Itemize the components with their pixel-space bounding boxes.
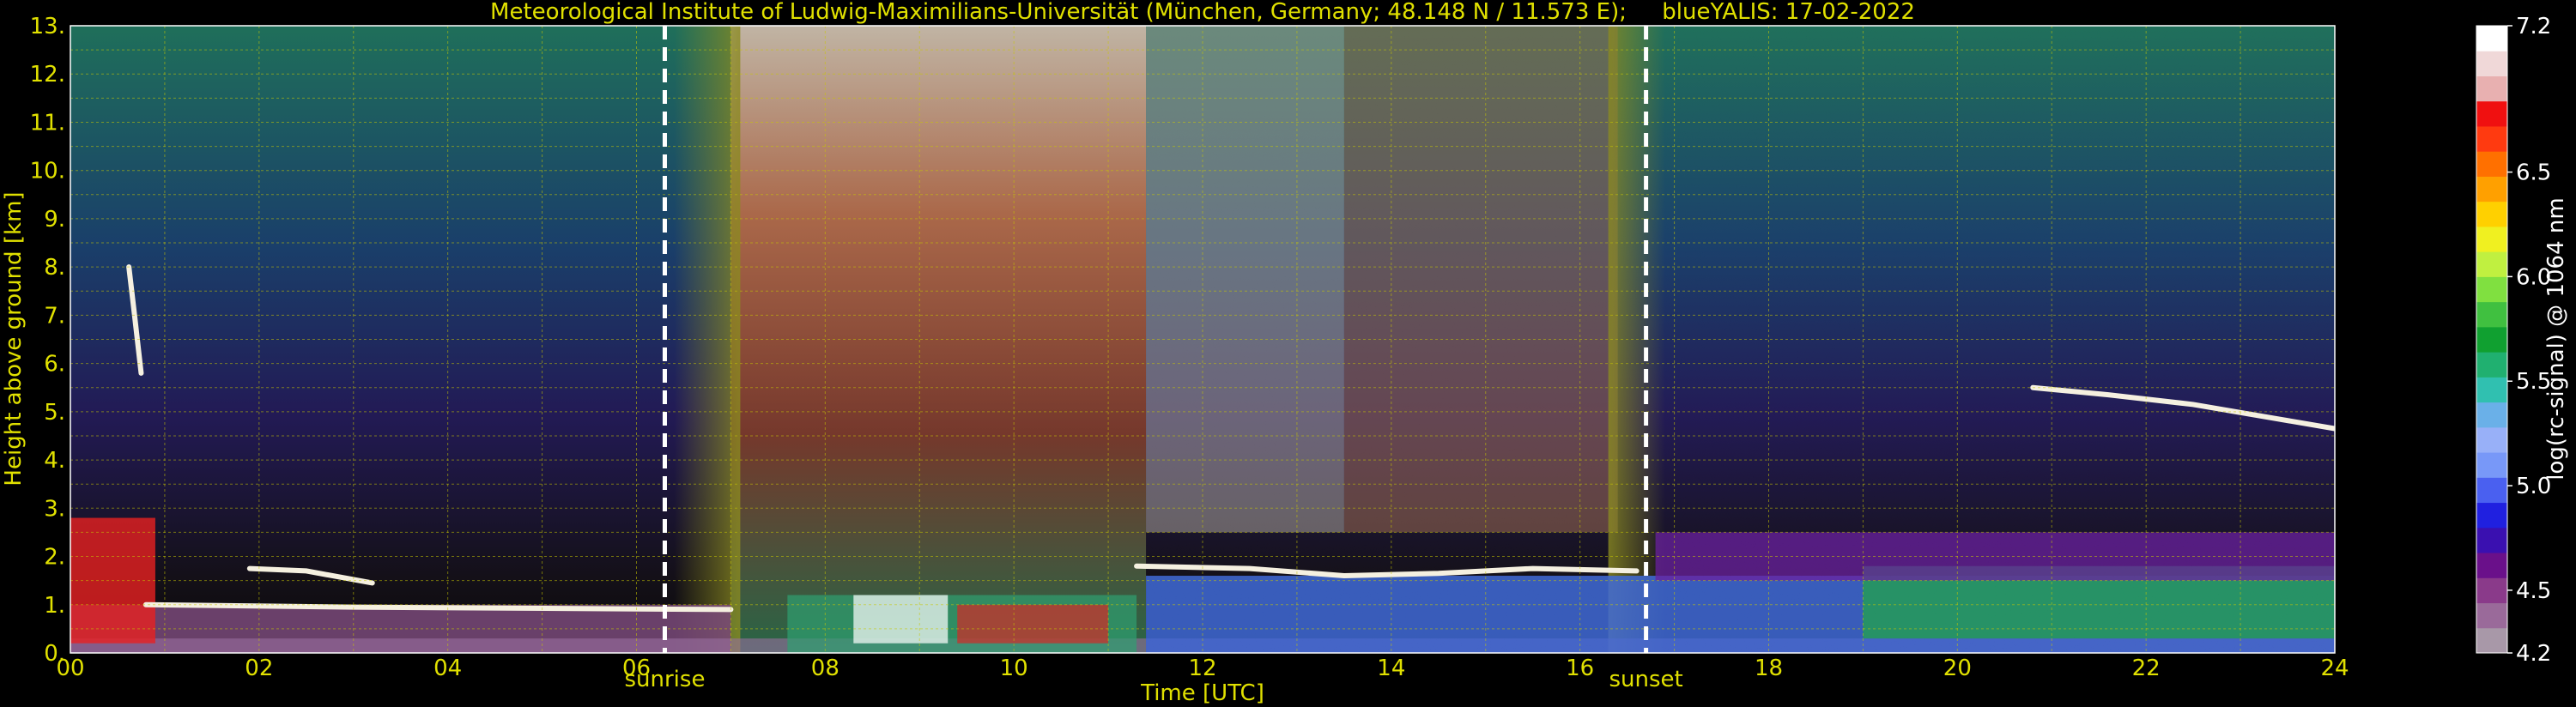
y-tick-label: 5.	[44, 400, 65, 426]
x-tick-label: 14	[1377, 656, 1405, 681]
colorbar-segment	[2476, 452, 2507, 478]
colorbar-segment	[2476, 402, 2507, 428]
y-tick-label: 4.	[44, 448, 65, 474]
x-tick-label: 18	[1755, 656, 1783, 681]
x-tick-label: 04	[433, 656, 462, 681]
colorbar-segment	[2476, 326, 2507, 353]
y-tick-label: 12.	[30, 62, 65, 88]
x-tick-label: 10	[1000, 656, 1028, 681]
y-tick-label: 7.	[44, 303, 65, 329]
y-tick-label: 11.	[30, 110, 65, 136]
strong-signal-morning	[853, 595, 949, 644]
colorbar-segment	[2476, 76, 2507, 102]
x-tick-label: 08	[811, 656, 839, 681]
colorbar-segment	[2476, 51, 2507, 76]
lidar-quicklook-chart: sunrise sunset 00 02 04 06 08 10 12 14 16 18 20 22 24…	[1, 0, 2569, 706]
colorbar-segment	[2476, 176, 2507, 202]
x-tick-label: 20	[1943, 656, 1972, 681]
colorbar-tick-label: 6.5	[2516, 160, 2551, 186]
colorbar-segment	[2476, 201, 2507, 227]
colorbar-tick-label: 4.2	[2516, 641, 2551, 667]
x-axis-label: Time [UTC]	[1140, 680, 1264, 706]
colorbar-segment	[2476, 553, 2507, 578]
x-tick-label: 22	[2132, 656, 2161, 681]
colorbar-segment	[2476, 602, 2507, 629]
y-tick-label: 0.	[44, 641, 65, 667]
y-tick-labels: 0. 1. 2. 3. 4. 5. 6. 7. 8. 9. 10. 11. 12. 13.	[30, 14, 65, 667]
colorbar-tick-label: 7.2	[2516, 14, 2551, 39]
x-tick-labels: 00 02 04 06 08 10 12 14 16 18 20 22 24	[56, 656, 2349, 681]
colorbar-segment	[2476, 251, 2507, 277]
colorbar-segment	[2476, 301, 2507, 328]
x-tick-label: 16	[1566, 656, 1594, 681]
y-tick-label: 9.	[44, 207, 65, 233]
y-axis-label: Height above ground [km]	[1, 191, 27, 486]
chart-title: Meteorological Institute of Ludwig-Maxim…	[490, 0, 1915, 25]
colorbar	[2476, 25, 2508, 654]
colorbar-segment	[2476, 577, 2507, 604]
colorbar-segment	[2476, 125, 2507, 152]
y-tick-label: 6.	[44, 352, 65, 378]
colorbar-tick-label: 4.5	[2516, 578, 2551, 604]
sunset-label: sunset	[1609, 667, 1682, 692]
x-tick-label: 06	[622, 656, 651, 681]
colorbar-segment	[2476, 426, 2507, 453]
x-tick-label: 02	[245, 656, 273, 681]
colorbar-segment	[2476, 627, 2507, 654]
y-tick-label: 10.	[30, 159, 65, 184]
y-tick-label: 2.	[44, 545, 65, 571]
colorbar-segment	[2476, 527, 2507, 553]
x-tick-label: 12	[1188, 656, 1216, 681]
y-tick-label: 1.	[44, 593, 65, 619]
colorbar-segment	[2476, 477, 2507, 504]
colorbar-segment	[2476, 502, 2507, 529]
x-tick-label: 24	[2320, 656, 2349, 681]
colorbar-segment	[2476, 26, 2507, 51]
colorbar-segment	[2476, 377, 2507, 403]
colorbar-label: log(rc-signal) @ 1064 nm	[2543, 197, 2569, 480]
y-tick-label: 8.	[44, 255, 65, 281]
y-tick-label: 3.	[44, 496, 65, 522]
y-tick-label: 13.	[30, 14, 65, 39]
colorbar-segment	[2476, 276, 2507, 303]
strong-signal-late-morning	[957, 604, 1109, 644]
colorbar-segment	[2476, 352, 2507, 378]
colorbar-segment	[2476, 100, 2507, 127]
colorbar-segment	[2476, 226, 2507, 252]
colorbar-segment	[2476, 151, 2507, 177]
